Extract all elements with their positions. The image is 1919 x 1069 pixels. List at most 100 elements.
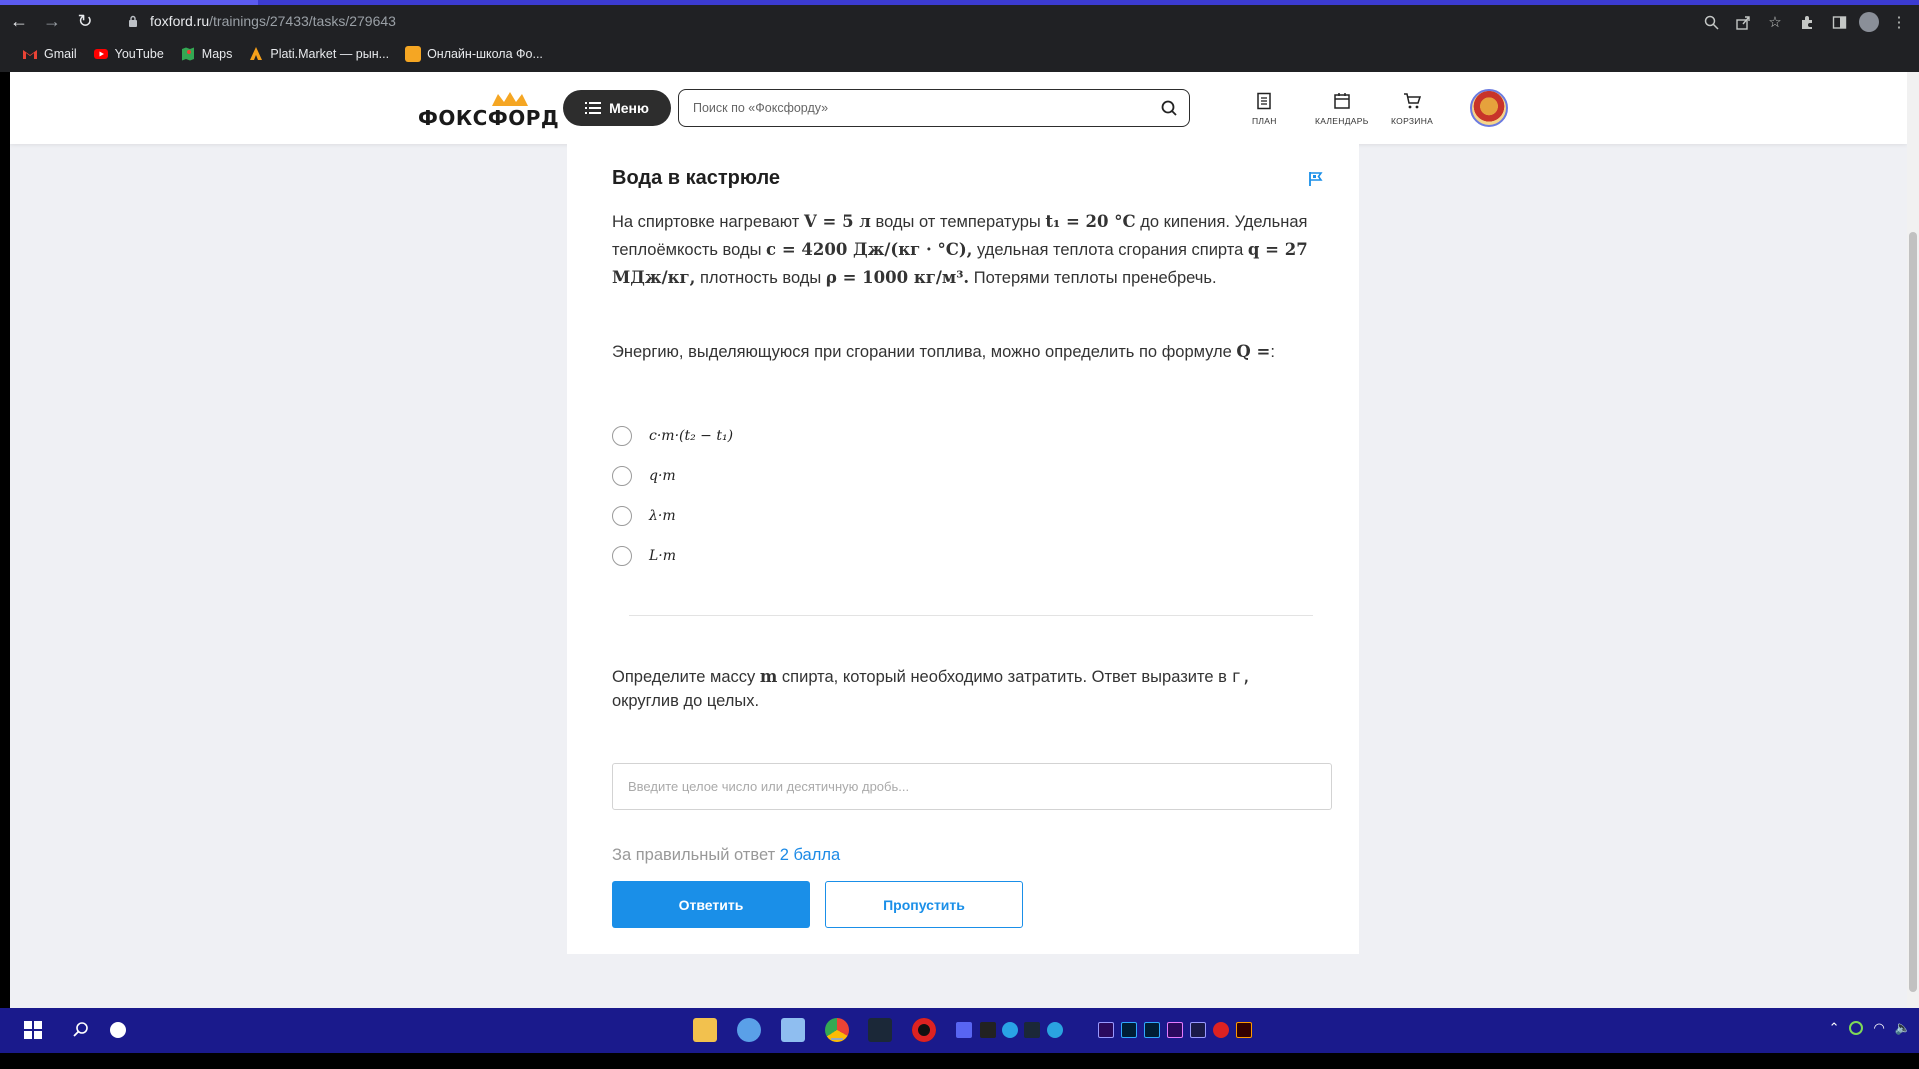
photoshop-icon[interactable]	[1121, 1022, 1137, 1038]
forward-icon[interactable]: →	[38, 7, 66, 35]
user-avatar[interactable]	[1470, 89, 1508, 127]
bookmark-label: YouTube	[114, 47, 164, 61]
radio-button[interactable]	[612, 466, 632, 486]
gmail-icon	[22, 46, 38, 62]
plati-icon	[248, 46, 264, 62]
nav-plan-label: ПЛАН	[1252, 116, 1277, 126]
radio-button[interactable]	[612, 506, 632, 526]
taskbar: ⌃ ◠ 🔈	[0, 1008, 1919, 1053]
nav-cart[interactable]: КОРЗИНА	[1391, 92, 1433, 126]
zoom-icon[interactable]	[1699, 10, 1723, 34]
wifi-icon[interactable]: ◠	[1873, 1020, 1884, 1036]
radio-button[interactable]	[612, 546, 632, 566]
epic-games-icon[interactable]	[980, 1022, 996, 1038]
question-1-tail: :	[1270, 343, 1275, 361]
scrollbar[interactable]	[1907, 72, 1919, 1008]
question-2-math: m	[759, 667, 778, 686]
nav-plan[interactable]: ПЛАН	[1252, 92, 1277, 126]
photoshop-icon[interactable]	[1144, 1022, 1160, 1038]
app-icon[interactable]	[1002, 1022, 1018, 1038]
app-icon[interactable]	[1190, 1022, 1206, 1038]
premiere-icon[interactable]	[1167, 1022, 1183, 1038]
tray-app-icon[interactable]	[1849, 1021, 1864, 1035]
option-label: c·m·(t₂ − t₁)	[649, 428, 734, 444]
bookmark-label: Gmail	[44, 47, 77, 61]
app-icon[interactable]	[737, 1018, 761, 1042]
omnibox[interactable]: foxford.ru/trainings/27433/tasks/279643	[118, 8, 1698, 34]
nav-calendar[interactable]: КАЛЕНДАРЬ	[1315, 92, 1369, 126]
site-header: ФОКСФОРД Меню ПЛАН КАЛЕНДАРЬ КОРЗИНА	[10, 72, 1907, 144]
question-2-text: спирта, который необходимо затратить. От…	[777, 668, 1232, 686]
search-input[interactable]	[693, 101, 1133, 115]
foxford-logo[interactable]: ФОКСФОРД	[418, 90, 559, 130]
question-2-unit: г,	[1231, 667, 1252, 686]
option-4[interactable]: L·m	[612, 536, 733, 576]
url-path: /trainings/27433/tasks/279643	[209, 13, 396, 29]
file-explorer-icon[interactable]	[693, 1018, 717, 1042]
points-prefix: За правильный ответ	[612, 846, 780, 864]
windows-start-icon[interactable]	[24, 1021, 42, 1039]
question-1-math: Q =	[1236, 342, 1271, 361]
foxford-icon	[405, 46, 422, 62]
nav-calendar-label: КАЛЕНДАРЬ	[1315, 116, 1369, 126]
report-flag-icon[interactable]	[1307, 170, 1325, 188]
answer-field	[612, 763, 1332, 810]
illustrator-icon[interactable]	[1236, 1022, 1252, 1038]
scrollbar-thumb[interactable]	[1909, 232, 1917, 992]
star-icon[interactable]: ☆	[1763, 10, 1787, 34]
menu-button[interactable]: Меню	[563, 90, 671, 126]
problem-text: плотность воды	[695, 269, 826, 287]
problem-text: воды от температуры	[870, 213, 1046, 231]
browser-profile-avatar[interactable]	[1859, 12, 1879, 32]
nav-cart-label: КОРЗИНА	[1391, 116, 1434, 126]
discord-icon[interactable]	[956, 1022, 972, 1038]
plan-icon	[1257, 92, 1272, 110]
bookmark-gmail[interactable]: Gmail	[22, 46, 77, 62]
lock-icon	[128, 15, 140, 27]
after-effects-icon[interactable]	[1098, 1022, 1114, 1038]
math-volume: V = 5 л	[803, 212, 871, 231]
bookmark-foxford[interactable]: Онлайн-школа Фо...	[405, 46, 543, 62]
page-viewport: ФОКСФОРД Меню ПЛАН КАЛЕНДАРЬ КОРЗИНА	[10, 72, 1919, 1008]
record-icon[interactable]	[912, 1018, 936, 1042]
bookmark-youtube[interactable]: YouTube	[93, 46, 164, 62]
option-1[interactable]: c·m·(t₂ − t₁)	[612, 416, 733, 456]
share-icon[interactable]	[1731, 10, 1755, 34]
option-3[interactable]: λ·m	[612, 496, 733, 536]
problem-text: Потерями теплоты пренебречь.	[969, 269, 1217, 287]
steam-icon[interactable]	[868, 1018, 892, 1042]
option-2[interactable]: q·m	[612, 456, 733, 496]
back-icon[interactable]: ←	[5, 7, 33, 35]
screen-bottom-edge	[0, 1053, 1919, 1069]
task-card: Вода в кастрюле На спиртовке нагревают V…	[567, 144, 1359, 954]
search-icon[interactable]	[1161, 100, 1177, 116]
search-icon[interactable]	[72, 1021, 90, 1039]
bookmark-plati[interactable]: Plati.Market — рын...	[248, 46, 389, 62]
question-2-text: Определите массу	[612, 668, 760, 686]
telegram-icon[interactable]	[1047, 1022, 1063, 1038]
app-icon[interactable]	[781, 1018, 805, 1042]
steam-tray-icon[interactable]	[1024, 1022, 1040, 1038]
chrome-icon[interactable]	[825, 1018, 849, 1042]
reload-icon[interactable]: ↻	[71, 7, 99, 35]
browser-toolbar: ☆ ⋮	[1699, 10, 1911, 34]
site-search	[678, 89, 1190, 127]
answer-input[interactable]	[628, 779, 1308, 794]
radio-button[interactable]	[612, 426, 632, 446]
sidepanel-icon[interactable]	[1827, 10, 1851, 34]
record-icon[interactable]	[1213, 1022, 1229, 1038]
submit-button[interactable]: Ответить	[612, 881, 810, 928]
url-text[interactable]: foxford.ru/trainings/27433/tasks/279643	[150, 13, 396, 29]
volume-icon[interactable]: 🔈	[1895, 1020, 1911, 1036]
address-bar-row: ← → ↻ foxford.ru/trainings/27433/tasks/2…	[0, 5, 1919, 37]
bookmark-maps[interactable]: Maps	[180, 46, 233, 62]
skip-button[interactable]: Пропустить	[825, 881, 1023, 928]
bookmark-label: Maps	[201, 47, 233, 61]
extensions-icon[interactable]	[1795, 10, 1819, 34]
points-info: За правильный ответ 2 балла	[612, 846, 840, 865]
yandex-icon[interactable]	[110, 1022, 126, 1038]
url-host: foxford.ru	[150, 13, 210, 29]
logo-text: ФОКСФОРД	[418, 106, 560, 130]
chevron-up-icon[interactable]: ⌃	[1829, 1020, 1840, 1036]
kebab-menu-icon[interactable]: ⋮	[1887, 10, 1911, 34]
